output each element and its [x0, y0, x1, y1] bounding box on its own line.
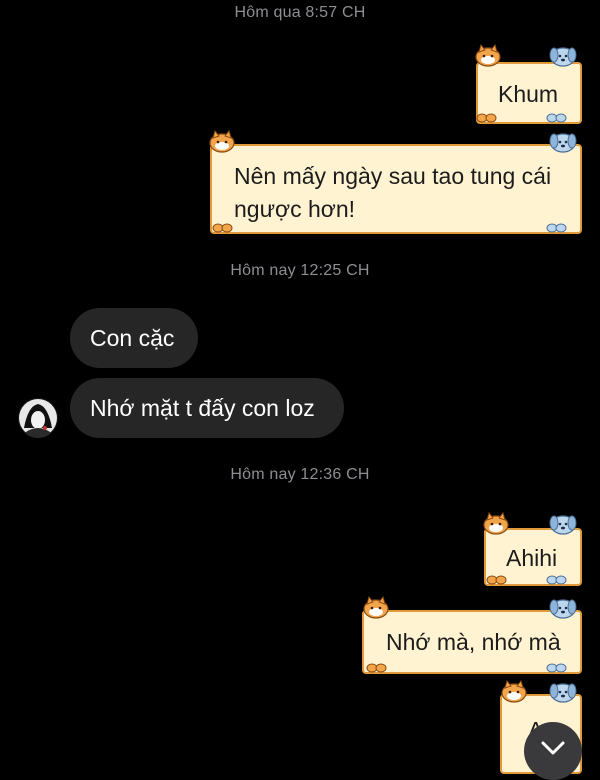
- timestamp-yesterday: Hôm qua 8:57 CH: [234, 4, 366, 21]
- scroll-to-bottom-button[interactable]: [524, 722, 582, 780]
- message-text: Con cặc: [90, 325, 175, 351]
- message-text-line-2: ngược hơn!: [234, 196, 356, 222]
- message-text: Ahihi: [506, 545, 558, 571]
- incoming-message-bubble[interactable]: Nhớ mặt t đấy con loz: [70, 378, 344, 438]
- timestamp-today-1225: Hôm nay 12:25 CH: [230, 262, 370, 279]
- message-text-line-1: Nên mấy ngày sau tao tung cái: [234, 163, 552, 189]
- incoming-message-bubble[interactable]: Con cặc: [70, 308, 198, 368]
- outgoing-message-bubble[interactable]: Nhớ mà, nhớ mà: [362, 610, 582, 674]
- message-text: Khum: [498, 81, 559, 107]
- timestamp-today-1236: Hôm nay 12:36 CH: [230, 466, 370, 483]
- chevron-down-icon: [541, 741, 565, 755]
- outgoing-message-bubble[interactable]: Ahihi: [484, 528, 582, 586]
- message-text: Nhớ mặt t đấy con loz: [90, 395, 315, 421]
- outgoing-message-bubble[interactable]: Nên mấy ngày sau tao tung cái ngược hơn!: [210, 144, 582, 234]
- outgoing-message-bubble[interactable]: Khum: [476, 62, 582, 124]
- contact-avatar[interactable]: [18, 398, 58, 438]
- message-text: Nhớ mà, nhớ mà: [386, 629, 561, 655]
